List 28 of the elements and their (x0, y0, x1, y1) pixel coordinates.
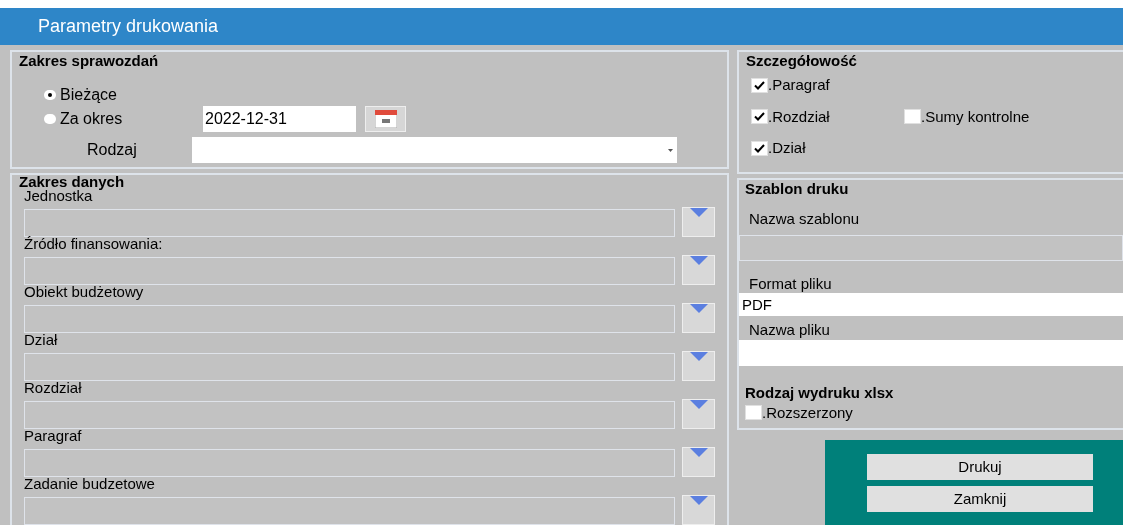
field-label: Rodzaj (86, 140, 138, 160)
panel-title: Szablon druku (745, 180, 850, 198)
checkbox-label: .Paragraf (768, 75, 830, 95)
format-select[interactable]: PDF (739, 292, 1123, 316)
radio-label: Bieżące (60, 85, 118, 105)
field-label: Dział (24, 333, 59, 347)
panel-title: Szczegółowość (746, 52, 858, 70)
field-label: Format pliku (749, 274, 833, 293)
checkbox-label: .Rozdział (768, 106, 830, 127)
checkbox-label: .Dział (768, 138, 806, 158)
panel-title: Zakres sprawozdań (19, 52, 160, 70)
field-label: Paragraf (24, 429, 83, 443)
field-label: Źródło finansowania: (24, 237, 164, 251)
field-label: Zadanie budzetowe (24, 477, 156, 491)
section-title: Rodzaj wydruku xlsx (745, 383, 895, 402)
checkbox-label: .Rozszerzony (762, 402, 853, 423)
dialog-button[interactable]: Drukuj (867, 454, 1093, 480)
field-label: Jednostka (24, 189, 93, 203)
checkbox-label: .Sumy kontrolne (921, 106, 1030, 127)
radio-label: Za okres (60, 109, 124, 129)
dialog-button[interactable]: Zamknij (867, 486, 1093, 512)
field-label: Nazwa pliku (749, 319, 831, 340)
field-label: Rozdział (24, 381, 83, 395)
field-label: Nazwa szablonu (749, 209, 861, 229)
window-title: Parametry drukowania (38, 15, 219, 38)
date-field[interactable]: 2022-12-31 (203, 106, 356, 132)
panel-title: Zakres danych (19, 175, 126, 189)
field-label: Obiekt budżetowy (24, 285, 145, 299)
